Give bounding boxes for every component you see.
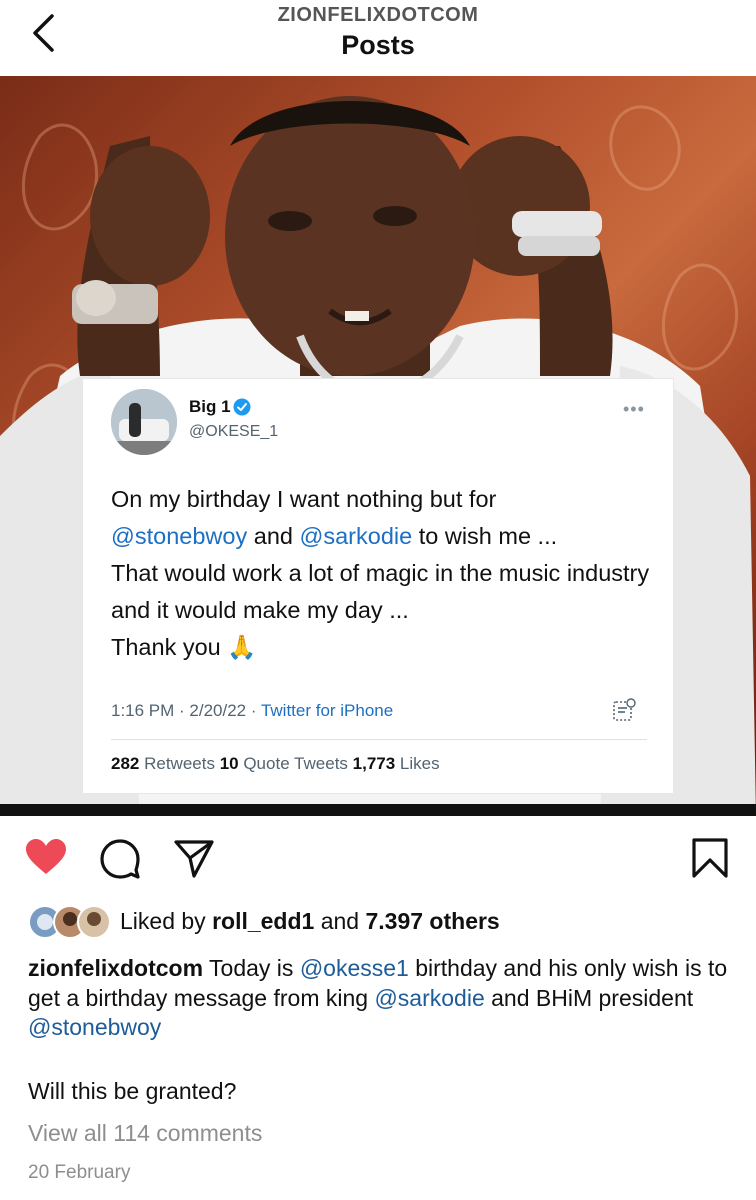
tweet-more-icon[interactable]: ••• bbox=[623, 399, 645, 420]
tweet-text-part: On my birthday I want nothing but for bbox=[111, 486, 497, 512]
page-title: Posts bbox=[341, 30, 415, 60]
tweet-like-count: 1,773 bbox=[352, 754, 396, 773]
share-button[interactable] bbox=[172, 836, 216, 880]
retweet-count: 282 bbox=[111, 754, 140, 773]
retweet-label: Retweets bbox=[139, 754, 220, 773]
share-icon bbox=[174, 840, 214, 878]
quote-count: 10 bbox=[219, 754, 239, 773]
caption-username[interactable]: zionfelixdotcom bbox=[28, 955, 203, 981]
caption-mention-stonebwoy[interactable]: @stonebwoy bbox=[28, 1014, 161, 1040]
verified-icon bbox=[233, 398, 251, 416]
post-date: 20 February bbox=[28, 1162, 131, 1183]
heart-icon bbox=[26, 839, 66, 874]
tweet-text-part: to wish me ... bbox=[412, 523, 558, 549]
likes-summary: Liked by roll_edd1 and 7.397 others bbox=[120, 908, 500, 935]
comment-icon bbox=[100, 839, 140, 879]
tweet-author-name: Big 1 bbox=[189, 397, 231, 416]
top-bar: ZIONFELIXDOTCOM Posts bbox=[0, 0, 756, 76]
tweet-stats: 282 Retweets 10 Quote Tweets 1,773 Likes bbox=[111, 754, 440, 774]
tweet-mention-sarkodie[interactable]: @sarkodie bbox=[300, 523, 413, 549]
caption-text: and BHiM president bbox=[484, 984, 694, 1011]
image-bottom-border bbox=[0, 804, 756, 816]
likes-prefix: Liked by bbox=[120, 908, 213, 934]
likes-row[interactable]: Liked by roll_edd1 and 7.397 others bbox=[28, 904, 728, 940]
tweet-card[interactable]: Big 1 @OKESE_1 ••• On my birthday I want… bbox=[82, 378, 674, 794]
post-caption: zionfelixdotcom Today is @okesse1 birthd… bbox=[28, 954, 734, 1043]
tweet-mention-stonebwoy[interactable]: @stonebwoy bbox=[111, 523, 247, 549]
tweet-avatar[interactable] bbox=[111, 389, 177, 455]
tweet-timestamp: 1:16 PM · 2/20/22 · bbox=[111, 701, 261, 720]
view-comments-link[interactable]: View all 114 comments bbox=[28, 1120, 262, 1147]
liker-avatars bbox=[28, 904, 112, 940]
liker-username[interactable]: roll_edd1 bbox=[212, 908, 314, 934]
tweet-source-link[interactable]: Twitter for iPhone bbox=[261, 701, 393, 720]
tweet-text: On my birthday I want nothing but for @s… bbox=[111, 481, 656, 666]
caption-question: Will this be granted? bbox=[28, 1078, 237, 1104]
tweet-text-part: That would work a lot of magic in the mu… bbox=[111, 560, 650, 623]
tweet-text-part: Thank you bbox=[111, 634, 221, 660]
caption-mention-sarkodie[interactable]: @sarkodie bbox=[374, 985, 484, 1011]
post-image[interactable]: Big 1 @OKESE_1 ••• On my birthday I want… bbox=[0, 76, 756, 816]
bookmark-icon bbox=[692, 838, 728, 878]
quote-label: Quote Tweets bbox=[238, 754, 353, 773]
likes-others[interactable]: 7.397 others bbox=[365, 908, 499, 934]
bookmark-button[interactable] bbox=[688, 836, 732, 880]
likes-middle: and bbox=[314, 908, 366, 934]
praying-hands-emoji: 🙏 bbox=[227, 633, 257, 661]
tweet-meta: 1:16 PM · 2/20/22 · Twitter for iPhone bbox=[111, 701, 393, 721]
tweet-author-handle: @OKESE_1 bbox=[189, 423, 279, 440]
post-action-bar bbox=[0, 836, 756, 882]
like-button[interactable] bbox=[24, 836, 68, 880]
tweet-like-label: Likes bbox=[395, 754, 440, 773]
comment-button[interactable] bbox=[98, 836, 142, 880]
caption-text: Today is bbox=[203, 955, 300, 981]
tweet-translate-icon[interactable] bbox=[611, 697, 637, 723]
caption-mention-okesse1[interactable]: @okesse1 bbox=[300, 955, 409, 981]
tweet-divider bbox=[111, 739, 647, 740]
header-account-name: ZIONFELIXDOTCOM bbox=[277, 4, 479, 26]
tweet-text-part: and bbox=[247, 523, 300, 549]
